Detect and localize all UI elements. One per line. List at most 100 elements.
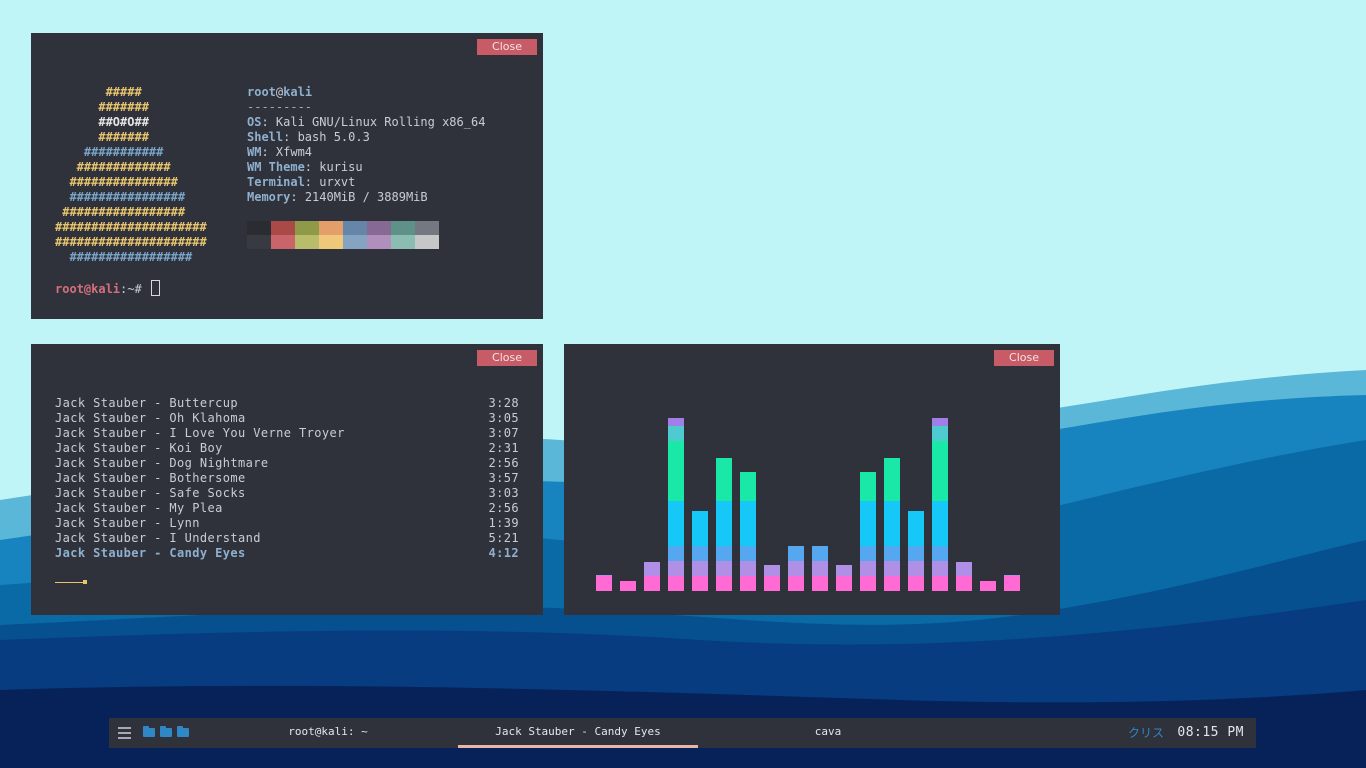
spectrum-bar: [596, 575, 612, 591]
color-swatch: [367, 221, 391, 235]
track-duration: 1:39: [488, 516, 519, 530]
color-palette: [247, 221, 439, 249]
spectrum-bar: [788, 546, 804, 591]
color-swatch: [415, 235, 439, 249]
info-wm: WM: Xfwm4: [247, 145, 313, 159]
spectrum-bar: [644, 562, 660, 591]
music-player-window[interactable]: Close Jack Stauber - Buttercup 3:28 Jack S…: [31, 344, 543, 615]
track-duration: 4:12: [488, 546, 519, 560]
system-info: root@kali --------- OS: Kali GNU/Linux R…: [247, 85, 485, 205]
color-swatch: [271, 221, 295, 235]
spectrum-bar: [668, 418, 684, 591]
spectrum-bar: [740, 472, 756, 591]
shell-prompt[interactable]: root@kali:~#: [55, 280, 160, 297]
info-shell: Shell: bash 5.0.3: [247, 130, 370, 144]
color-swatch: [271, 235, 295, 249]
color-swatch: [247, 235, 271, 249]
menu-icon[interactable]: [118, 727, 131, 739]
info-os: OS: Kali GNU/Linux Rolling x86_64: [247, 115, 486, 129]
spectrum-bar: [620, 581, 636, 591]
active-task-indicator: [458, 745, 698, 748]
color-swatch: [391, 235, 415, 249]
color-swatch: [319, 235, 343, 249]
track-duration: 3:05: [488, 411, 519, 425]
track-title: Jack Stauber - Lynn: [55, 516, 200, 530]
playlist-track[interactable]: Jack Stauber - Buttercup 3:28: [55, 396, 519, 411]
spectrum-bar: [980, 581, 996, 591]
terminal-window-neofetch[interactable]: Close ##### ####### ##O#O## ####### ####…: [31, 33, 543, 319]
playlist-track[interactable]: Jack Stauber - Safe Socks 3:03: [55, 486, 519, 501]
track-title: Jack Stauber - Dog Nightmare: [55, 456, 269, 470]
track-duration: 3:07: [488, 426, 519, 440]
track-duration: 2:56: [488, 501, 519, 515]
color-swatch: [295, 235, 319, 249]
track-title: Jack Stauber - Koi Boy: [55, 441, 223, 455]
taskbar: root@kali: ~ Jack Stauber - Candy Eyes c…: [109, 718, 1256, 748]
track-duration: 5:21: [488, 531, 519, 545]
separator-line: ---------: [247, 100, 313, 114]
track-title: Jack Stauber - Oh Klahoma: [55, 411, 246, 425]
spectrum-bar: [692, 511, 708, 591]
palette-normal-row: [247, 221, 439, 235]
playlist-track[interactable]: Jack Stauber - My Plea 2:56: [55, 501, 519, 516]
track-title: Jack Stauber - I Love You Verne Troyer: [55, 426, 345, 440]
color-swatch: [415, 221, 439, 235]
playlist-track[interactable]: Jack Stauber - Dog Nightmare 2:56: [55, 456, 519, 471]
close-button[interactable]: Close: [477, 39, 537, 55]
taskbar-task-terminal[interactable]: root@kali: ~: [228, 718, 428, 748]
info-wm-theme: WM Theme: kurisu: [247, 160, 363, 174]
spectrum-bar: [812, 546, 828, 591]
track-duration: 3:28: [488, 396, 519, 410]
user-host-line: root@kali: [247, 85, 313, 99]
kali-ascii-logo: ##### ####### ##O#O## ####### ##########…: [55, 85, 207, 264]
input-method-indicator[interactable]: クリス: [1128, 718, 1164, 748]
track-title: Jack Stauber - Safe Socks: [55, 486, 246, 500]
color-swatch: [367, 235, 391, 249]
spectrum-bar: [764, 565, 780, 591]
folder-icon[interactable]: [143, 726, 157, 738]
spectrum-bar: [884, 458, 900, 591]
clock[interactable]: 08:15 PM: [1177, 718, 1244, 748]
track-title: Jack Stauber - Bothersome: [55, 471, 246, 485]
playlist-track[interactable]: Jack Stauber - I Understand 5:21: [55, 531, 519, 546]
track-title: Jack Stauber - Candy Eyes: [55, 546, 246, 560]
track-duration: 2:56: [488, 456, 519, 470]
folder-icon[interactable]: [160, 726, 174, 738]
spectrum-bar: [836, 565, 852, 591]
playlist-track[interactable]: Jack Stauber - Lynn 1:39: [55, 516, 519, 531]
track-title: Jack Stauber - I Understand: [55, 531, 261, 545]
color-swatch: [343, 235, 367, 249]
spectrum-bar: [956, 562, 972, 591]
playlist-track[interactable]: Jack Stauber - Oh Klahoma 3:05: [55, 411, 519, 426]
color-swatch: [295, 221, 319, 235]
taskbar-task-cava[interactable]: cava: [728, 718, 928, 748]
color-swatch: [247, 221, 271, 235]
playlist-track[interactable]: Jack Stauber - Koi Boy 2:31: [55, 441, 519, 456]
text-cursor: [150, 280, 160, 296]
color-swatch: [391, 221, 415, 235]
taskbar-task-music[interactable]: Jack Stauber - Candy Eyes: [458, 718, 698, 748]
close-button[interactable]: Close: [477, 350, 537, 366]
info-memory: Memory: 2140MiB / 3889MiB: [247, 190, 428, 204]
folder-icon[interactable]: [177, 726, 191, 738]
workspace-switcher: [143, 726, 191, 738]
color-swatch: [343, 221, 367, 235]
playback-progress-knob[interactable]: [83, 580, 87, 584]
track-duration: 2:31: [488, 441, 519, 455]
cava-visualizer-window[interactable]: Close: [564, 344, 1060, 615]
track-title: Jack Stauber - My Plea: [55, 501, 223, 515]
playlist: Jack Stauber - Buttercup 3:28 Jack Stauber…: [55, 396, 519, 561]
playlist-track[interactable]: Jack Stauber - Bothersome 3:57: [55, 471, 519, 486]
track-duration: 3:03: [488, 486, 519, 500]
spectrum-bar: [1004, 575, 1020, 591]
audio-spectrum: [596, 418, 1020, 591]
info-terminal: Terminal: urxvt: [247, 175, 356, 189]
spectrum-bar: [932, 418, 948, 591]
spectrum-bar: [860, 472, 876, 591]
track-duration: 3:57: [488, 471, 519, 485]
spectrum-bar: [908, 511, 924, 591]
spectrum-bar: [716, 458, 732, 591]
track-title: Jack Stauber - Buttercup: [55, 396, 238, 410]
playlist-track-current[interactable]: Jack Stauber - Candy Eyes 4:12: [55, 546, 519, 561]
playlist-track[interactable]: Jack Stauber - I Love You Verne Troyer 3:…: [55, 426, 519, 441]
